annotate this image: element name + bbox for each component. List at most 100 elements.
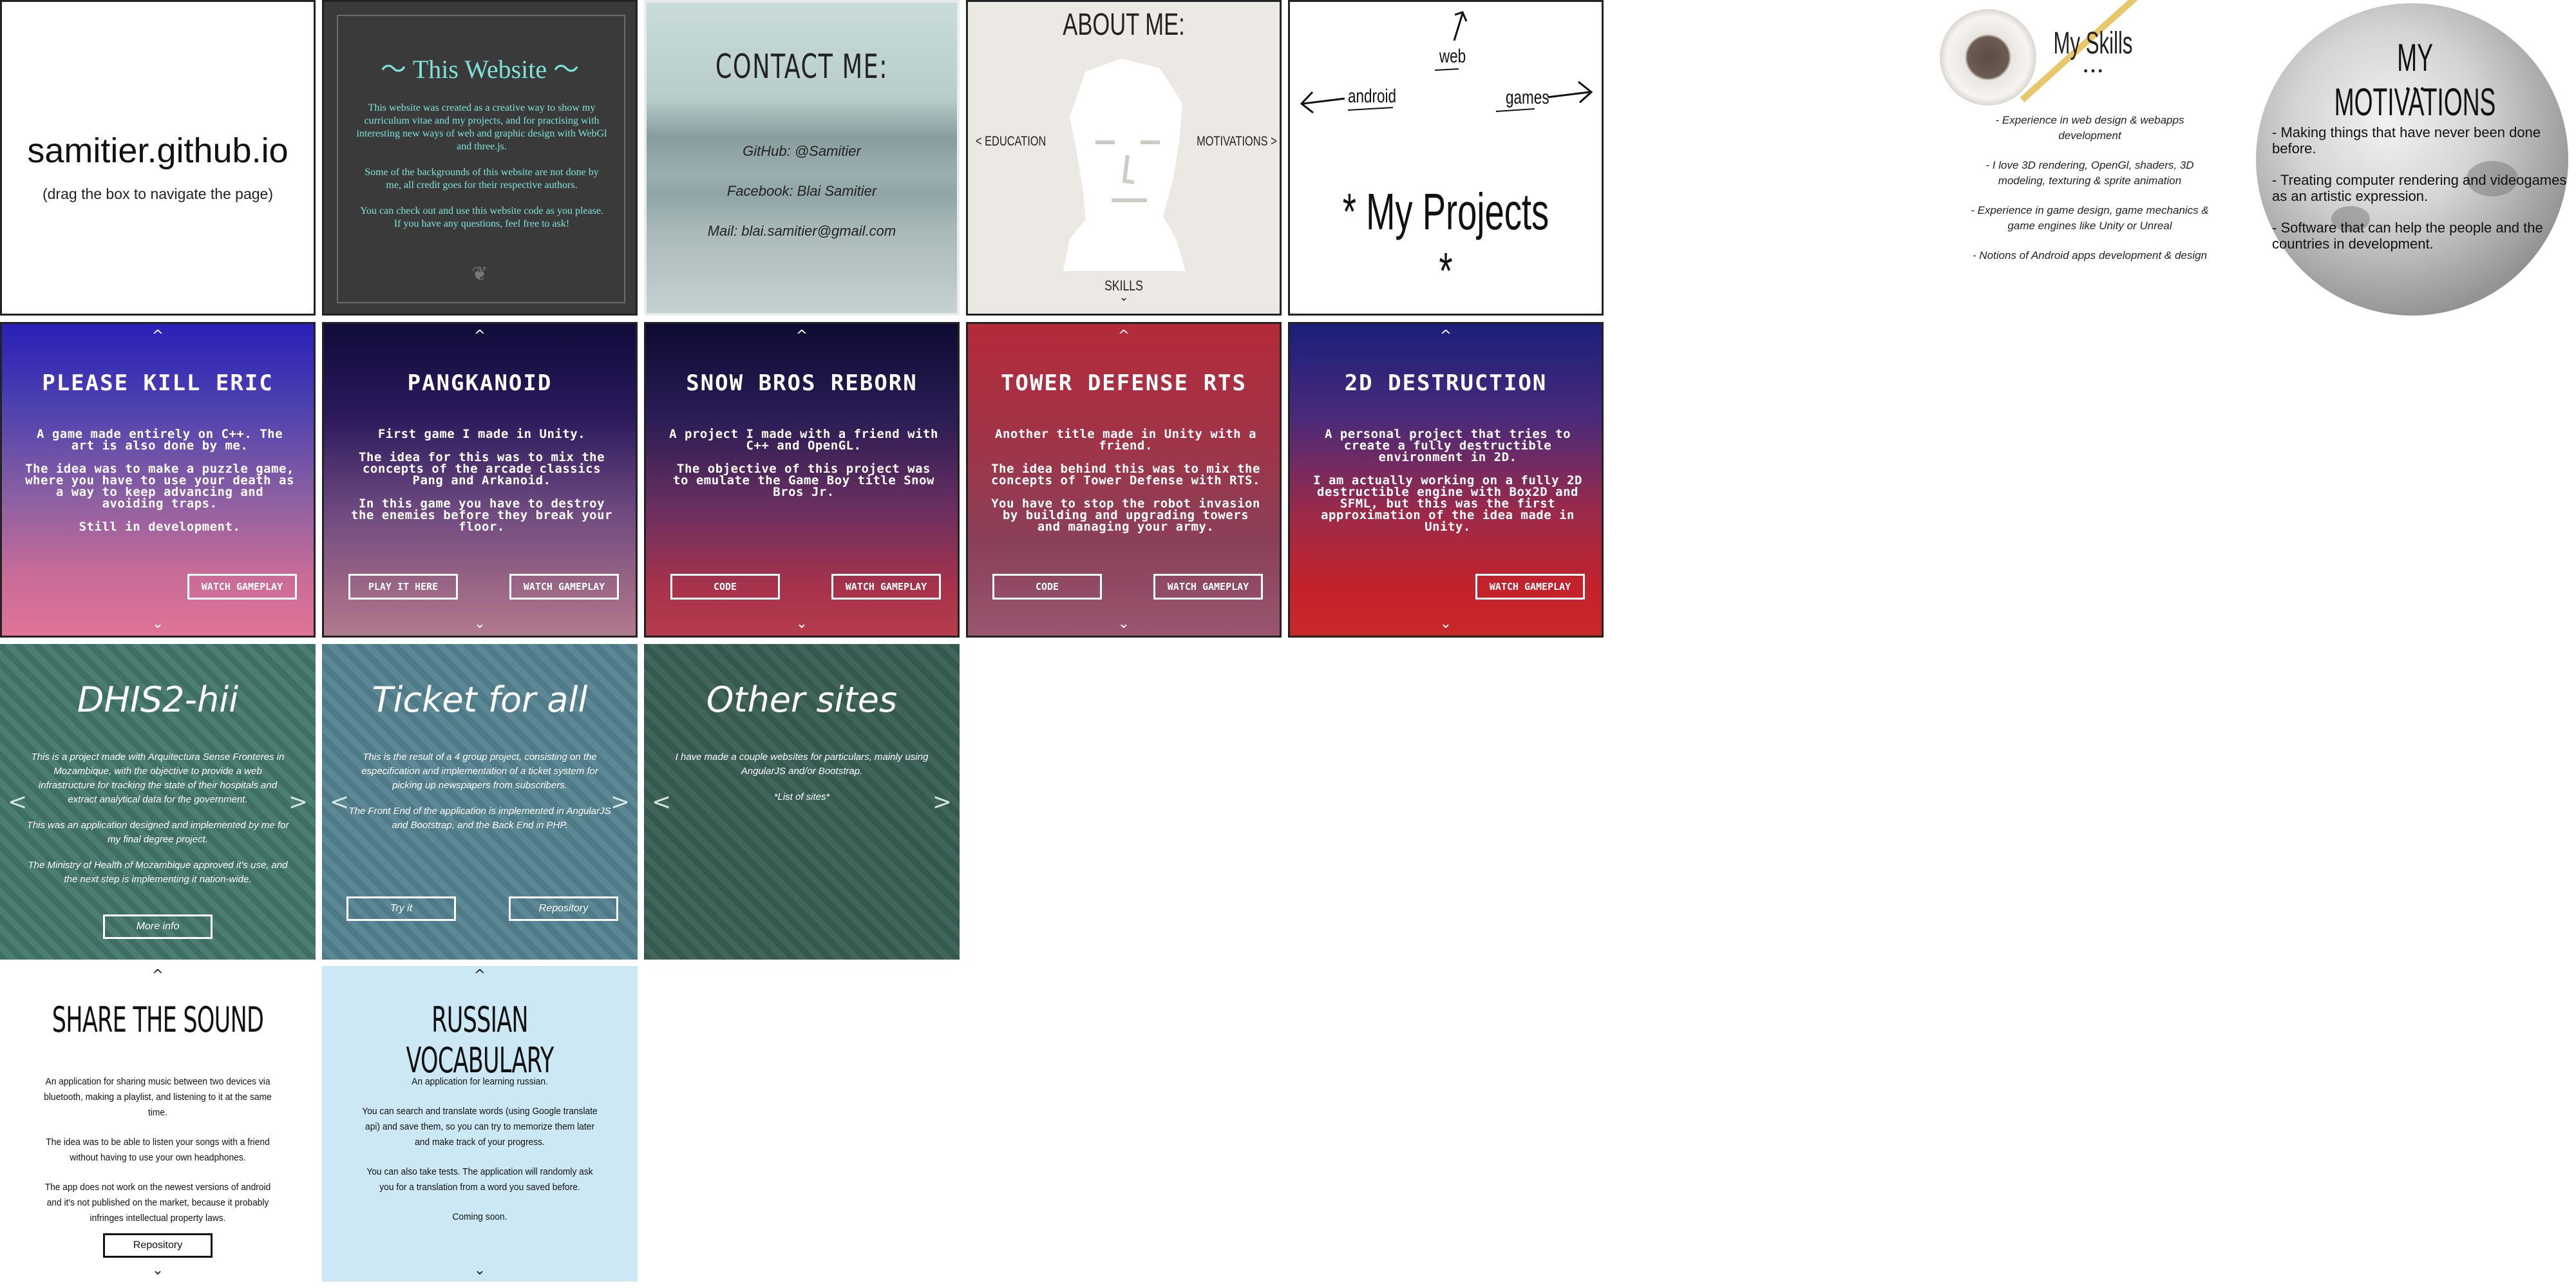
contact-github[interactable]: GitHub: @Samitier (647, 143, 957, 160)
right-arrow-icon[interactable]: > (289, 789, 308, 815)
up-arrow-icon[interactable]: ^ (324, 329, 636, 343)
code-button[interactable]: CODE (670, 574, 780, 600)
skill-item: - Experience in game design, game mechan… (1971, 204, 2209, 232)
skill-item: - I love 3D rendering, OpenGl, shaders, … (1985, 159, 2194, 187)
this-website-paragraph: You can check out and use this website c… (360, 205, 603, 229)
web-description: I have made a couple websites for partic… (670, 750, 934, 816)
flourish-left-icon: 〜 (380, 55, 413, 84)
game-tile-tower-defense: ^ TOWER DEFENSE RTS Another title made i… (966, 322, 1282, 638)
app-tile-share-the-sound: ^ SHARE THE SOUND An application for sha… (0, 966, 316, 1282)
more-info-button[interactable]: More info (103, 914, 213, 939)
app-description: An application for learning russian. You … (362, 1076, 598, 1222)
down-arrow-icon[interactable]: ⌄ (646, 617, 958, 631)
nav-games[interactable]: games (1506, 87, 1549, 109)
watch-gameplay-button[interactable]: WATCH GAMEPLAY (1475, 574, 1585, 600)
down-arrow-icon[interactable]: ⌄ (2, 617, 314, 631)
up-arrow-icon[interactable]: ^ (322, 969, 638, 983)
watch-gameplay-button[interactable]: WATCH GAMEPLAY (187, 574, 297, 600)
left-arrow-icon[interactable]: < (8, 789, 27, 815)
app-title: RUSSIAN VOCABULARY (406, 999, 554, 1081)
down-arrow-icon[interactable]: ⌄ (322, 1264, 638, 1278)
repository-button[interactable]: Repository (509, 896, 618, 921)
code-button[interactable]: CODE (992, 574, 1102, 600)
up-arrow-icon[interactable]: ^ (0, 969, 316, 983)
game-description: A project I made with a friend with C++ … (669, 427, 938, 499)
game-description: First game I made in Unity. The idea for … (351, 427, 612, 534)
skills-down-icon[interactable]: ⌄ (968, 290, 1280, 304)
flourish-right-icon: 〜 (547, 55, 580, 84)
up-arrow-icon[interactable]: ^ (968, 329, 1280, 343)
skills-title: My Skills (2053, 26, 2133, 61)
game-tile-pangkanoid: ^ PANGKANOID First game I made in Unity.… (322, 322, 638, 638)
try-it-button[interactable]: Try it (346, 896, 456, 921)
watch-gameplay-button[interactable]: WATCH GAMEPLAY (831, 574, 941, 600)
this-website-title: 〜 This Website 〜 (380, 55, 580, 84)
face-portrait-icon (1063, 59, 1186, 271)
nav-android[interactable]: android (1348, 86, 1396, 108)
down-arrow-icon[interactable]: ⌄ (0, 1264, 316, 1278)
web-description: This is the result of a 4 group project,… (348, 752, 611, 831)
education-link[interactable]: < EDUCATION (976, 134, 1046, 149)
game-description: A personal project that tries to create … (1313, 427, 1582, 534)
app-tile-russian-vocabulary: ^ RUSSIAN VOCABULARY An application for … (322, 966, 638, 1282)
left-arrow-icon[interactable]: < (652, 789, 671, 815)
web-tile-dhis2: DHIS2-hii < > This is a project made wit… (0, 644, 316, 960)
app-description: An application for sharing music between… (44, 1076, 272, 1224)
right-arrow-icon[interactable]: > (933, 789, 952, 815)
skills-list: - Experience in web design & webapps dev… (1971, 113, 2209, 263)
down-arrow-icon[interactable]: ⌄ (324, 617, 636, 631)
list-of-sites-link[interactable]: *List of sites* (670, 790, 934, 804)
web-title: DHIS2-hii (77, 679, 239, 720)
motivations-title: MY MOTIVATIONS (2334, 36, 2496, 124)
repository-button[interactable]: Repository (103, 1233, 213, 1258)
game-description: Another title made in Unity with a frien… (991, 427, 1260, 534)
motivations-link[interactable]: MOTIVATIONS > (1197, 134, 1277, 149)
motivations-panel: MY MOTIVATIONS • • • - Making things tha… (2254, 0, 2576, 316)
skills-panel: My Skills • • • - Experience in web desi… (1932, 0, 2235, 316)
skill-item: - Notions of Android apps development & … (1972, 249, 2208, 261)
left-arrow-icon[interactable]: < (330, 789, 349, 815)
motivations-list: - Making things that have never been don… (2272, 124, 2575, 252)
this-website-tile: 〜 This Website 〜 This website was create… (322, 0, 638, 316)
this-website-text: This website was created as a creative w… (356, 102, 607, 231)
game-title: TOWER DEFENSE RTS (1001, 370, 1247, 396)
right-arrow-icon[interactable]: > (611, 789, 630, 815)
ornament-icon: ❦ (471, 263, 488, 285)
this-website-paragraph: Some of the backgrounds of this website … (365, 167, 599, 191)
motivation-item: - Treating computer rendering and videog… (2272, 172, 2567, 204)
game-tile-snow-bros: ^ SNOW BROS REBORN A project I made with… (644, 322, 960, 638)
up-arrow-icon[interactable]: ^ (1290, 329, 1602, 343)
watch-gameplay-button[interactable]: WATCH GAMEPLAY (1153, 574, 1263, 600)
game-title: PLEASE KILL ERIC (42, 370, 274, 396)
skill-item: - Experience in web design & webapps dev… (1995, 114, 2184, 142)
about-tile: ABOUT ME: < EDUCATION MOTIVATIONS > SKIL… (966, 0, 1282, 316)
down-arrow-icon[interactable]: ⌄ (1290, 617, 1602, 631)
contact-facebook[interactable]: Facebook: Blai Samitier (647, 183, 957, 200)
motivation-item: - Software that can help the people and … (2272, 220, 2543, 252)
web-title: Ticket for all (372, 679, 588, 720)
game-title: PANGKANOID (407, 370, 553, 396)
arrow-up-icon (1453, 11, 1468, 41)
game-tile-please-kill-eric: ^ PLEASE KILL ERIC A game made entirely … (0, 322, 316, 638)
nav-web[interactable]: web (1439, 46, 1466, 68)
web-title: Other sites (706, 679, 898, 720)
motivation-item: - Making things that have never been don… (2272, 124, 2541, 156)
intro-tile[interactable]: samitier.github.io (drag the box to navi… (0, 0, 316, 316)
arrow-right-icon (1547, 80, 1593, 104)
game-tile-2d-destruction: ^ 2D DESTRUCTION A personal project that… (1288, 322, 1604, 638)
web-tile-other-sites: Other sites < > I have made a couple web… (644, 644, 960, 960)
up-arrow-icon[interactable]: ^ (646, 329, 958, 343)
up-arrow-icon[interactable]: ^ (2, 329, 314, 343)
watch-gameplay-button[interactable]: WATCH GAMEPLAY (509, 574, 619, 600)
projects-title: * My Projects * (1342, 183, 1549, 299)
web-description: This is a project made with Arquitectura… (26, 752, 289, 885)
contact-title: CONTACT ME: (715, 48, 889, 86)
play-it-here-button[interactable]: PLAY IT HERE (348, 574, 458, 600)
game-title: SNOW BROS REBORN (686, 370, 918, 396)
down-arrow-icon[interactable]: ⌄ (968, 617, 1280, 631)
about-title: ABOUT ME: (1063, 8, 1185, 42)
skills-dots: • • • (2083, 64, 2103, 77)
motivations-dots: • • • (2405, 82, 2425, 95)
contact-mail[interactable]: Mail: blai.samitier@gmail.com (647, 223, 957, 240)
site-title: samitier.github.io (27, 131, 289, 170)
